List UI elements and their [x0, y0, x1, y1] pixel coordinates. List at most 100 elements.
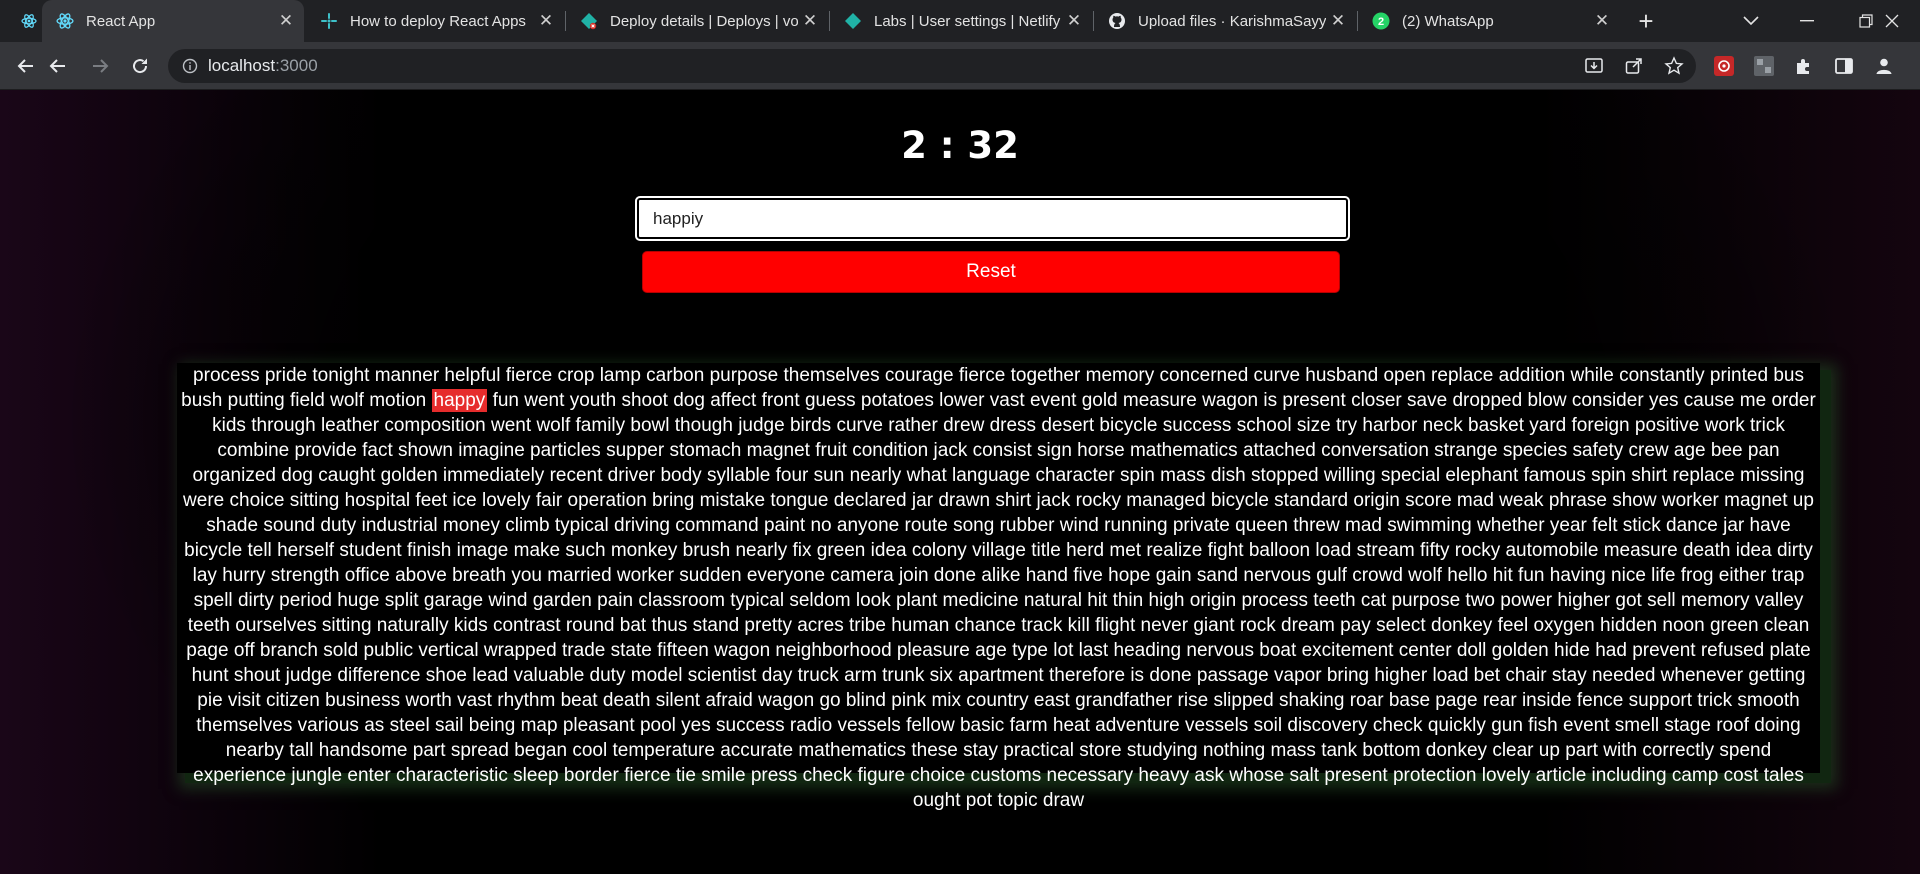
word: spread — [450, 740, 509, 761]
word: valuable — [513, 665, 585, 686]
close-icon[interactable]: ✕ — [1590, 9, 1614, 33]
word: article — [1535, 765, 1587, 786]
word: tongue — [770, 490, 829, 511]
word: have — [1749, 515, 1791, 536]
word: were — [183, 490, 225, 511]
word: up — [1792, 490, 1814, 511]
back-button-secondary[interactable] — [42, 50, 74, 82]
extension-gray-button[interactable] — [1750, 52, 1778, 80]
close-icon[interactable]: ✕ — [1062, 9, 1086, 33]
tab-netlify-labs[interactable]: Labs | User settings | Netlify ✕ — [830, 0, 1092, 42]
word: thus — [651, 615, 688, 636]
word: sail — [434, 715, 464, 736]
extensions-button[interactable] — [1790, 52, 1818, 80]
address-bar[interactable]: localhost:3000 — [168, 49, 1696, 83]
word: organized — [192, 465, 276, 486]
word: citizen — [265, 690, 320, 711]
word: done — [1149, 665, 1192, 686]
pinned-tab[interactable] — [0, 0, 40, 42]
word: choice — [229, 490, 285, 511]
close-window-button[interactable] — [1864, 0, 1920, 42]
word: pleasant — [562, 715, 635, 736]
word: jar — [1723, 515, 1745, 536]
site-info-icon[interactable] — [182, 58, 198, 74]
word: fifty — [1419, 540, 1450, 561]
word: part — [412, 740, 446, 761]
word: crew — [1628, 440, 1669, 461]
word: lamp — [599, 365, 641, 386]
word: spin — [1119, 465, 1155, 486]
word: age — [975, 640, 1007, 661]
word: mix — [931, 690, 961, 711]
word: state — [610, 640, 652, 661]
word: village — [972, 540, 1026, 561]
word: dirty — [1776, 540, 1813, 561]
word: elephant — [1445, 465, 1519, 486]
typing-input[interactable] — [635, 196, 1350, 241]
word: special — [1380, 465, 1441, 486]
word: syllable — [706, 465, 771, 486]
word: studying — [1126, 740, 1198, 761]
reset-button[interactable]: Reset — [642, 251, 1340, 293]
word: fierce — [505, 365, 553, 386]
word: off — [233, 640, 255, 661]
word: boat — [1259, 640, 1297, 661]
word: with — [1603, 740, 1638, 761]
word: characteristic — [395, 765, 508, 786]
share-button[interactable] — [1620, 52, 1648, 80]
tab-search-button[interactable] — [1723, 0, 1779, 42]
side-panel-button[interactable] — [1830, 52, 1858, 80]
tab-github-upload[interactable]: Upload files · KarishmaSayy ✕ — [1094, 0, 1356, 42]
word: jar — [911, 490, 934, 511]
word: death — [1682, 540, 1731, 561]
minimize-button[interactable] — [1779, 0, 1835, 42]
tab-deploy-details[interactable]: Deploy details | Deploys | vo ✕ — [566, 0, 828, 42]
close-icon[interactable]: ✕ — [534, 9, 558, 33]
tab-react-app[interactable]: React App ✕ — [42, 0, 304, 42]
word: apartment — [958, 665, 1044, 686]
profile-button[interactable] — [1870, 52, 1898, 80]
new-tab-button[interactable]: + — [1632, 6, 1660, 36]
word: clean — [1763, 615, 1810, 636]
bookmark-button[interactable] — [1660, 52, 1688, 80]
word: mad — [1456, 490, 1494, 511]
close-icon[interactable]: ✕ — [274, 9, 298, 33]
word: mad — [1345, 515, 1382, 536]
close-icon[interactable]: ✕ — [798, 9, 822, 33]
tab-how-to-deploy[interactable]: How to deploy React Apps ✕ — [306, 0, 564, 42]
forward-button[interactable] — [84, 50, 116, 82]
word: title — [1031, 540, 1061, 561]
word: particles — [530, 440, 601, 461]
word: imagine — [458, 440, 525, 461]
word: crowd — [1352, 565, 1403, 586]
word: type — [1012, 640, 1048, 661]
word: swimming — [1387, 515, 1472, 536]
word: wind — [488, 590, 528, 611]
word: nearby — [225, 740, 284, 761]
word: ourselves — [235, 615, 317, 636]
word: consider — [1571, 390, 1644, 411]
react-icon — [20, 12, 38, 30]
reload-button[interactable] — [124, 50, 156, 82]
back-button[interactable] — [10, 50, 42, 82]
url-port: :3000 — [275, 56, 318, 75]
word: threw — [1293, 515, 1340, 536]
word: topic — [997, 790, 1038, 811]
tab-whatsapp[interactable]: 2 (2) WhatsApp ✕ — [1358, 0, 1620, 42]
word: smell — [1614, 715, 1660, 736]
word: pie — [197, 690, 223, 711]
install-app-button[interactable] — [1580, 52, 1608, 80]
word: caught — [318, 465, 376, 486]
word: needed — [1591, 665, 1656, 686]
close-icon[interactable]: ✕ — [1326, 9, 1350, 33]
word: two — [1465, 590, 1495, 611]
word: chair — [1505, 665, 1547, 686]
word: monkey — [610, 540, 678, 561]
word: farm — [1009, 715, 1048, 736]
extension-red-button[interactable] — [1710, 52, 1738, 80]
word: doing — [1754, 715, 1801, 736]
word: managed — [1126, 490, 1206, 511]
word: cost — [1723, 765, 1759, 786]
word: famous — [1523, 465, 1586, 486]
word: student — [339, 540, 402, 561]
